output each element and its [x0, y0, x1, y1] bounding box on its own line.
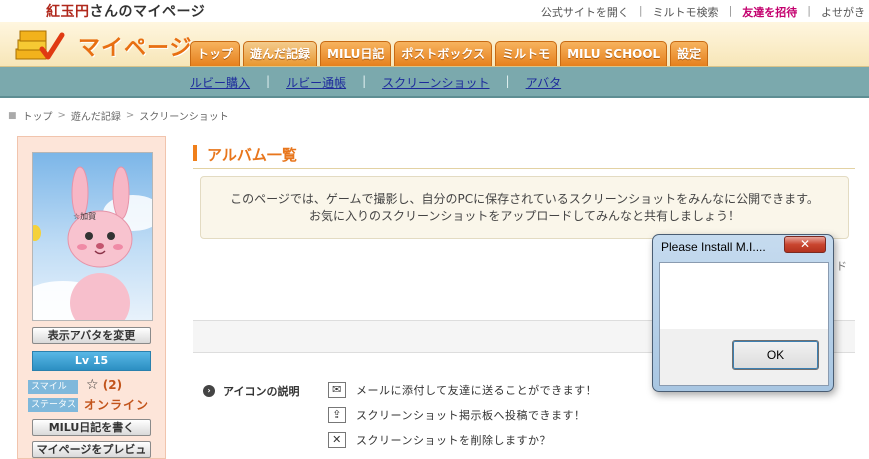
book-stack-icon	[15, 30, 65, 60]
smile-value: ☆ (2)	[86, 377, 122, 393]
yosegaki-link[interactable]: よせがき	[821, 4, 865, 20]
tab-settings[interactable]: 設定	[670, 41, 709, 66]
tab-milu-school[interactable]: MILU SCHOOL	[560, 41, 668, 66]
subnav-ruby-purchase[interactable]: ルビー購入	[190, 74, 250, 91]
preview-mypage-button[interactable]: マイページをプレビュー	[32, 441, 151, 459]
level-badge: Lv 15	[32, 351, 151, 371]
notice-line-2: お気に入りのスクリーンショットをアップロードしてみんなと共有しましょう！	[308, 209, 741, 223]
breadcrumb-play-record[interactable]: 遊んだ記録	[71, 108, 121, 123]
notice-box: このページでは、ゲームで撮影し、自分のPCに保存されているスクリーンショットをみ…	[200, 176, 849, 239]
title-accent-bar	[193, 145, 197, 161]
divider: |	[362, 74, 367, 88]
breadcrumb-screenshot: スクリーンショット	[139, 112, 229, 123]
avatar-image	[33, 166, 152, 320]
subnav-avatar[interactable]: アバタ	[526, 74, 562, 91]
star-icon: ☆	[86, 377, 99, 393]
logo-text: マイページ	[78, 36, 193, 61]
dialog-message-area	[660, 263, 828, 329]
upload-link-fragment[interactable]: ド	[836, 258, 847, 274]
user-suffix: さんのマイページ	[89, 4, 206, 20]
tab-play-record[interactable]: 遊んだ記録	[243, 41, 318, 66]
mypage: 紅玉円さんのマイページ 公式サイトを開く | ミルトモ検索 | 友達を招待 | …	[0, 0, 869, 459]
help-item: ✕ スクリーンショットを削除しますか？	[328, 432, 551, 448]
page-title: アルバム一覧	[207, 146, 297, 164]
subnav-ruby-passbook[interactable]: ルビー通帳	[286, 74, 346, 91]
milutomo-search-link[interactable]: ミルトモ検索	[653, 4, 719, 20]
dialog-body: OK	[659, 262, 829, 386]
status-value: オンライン	[84, 398, 150, 412]
avatar-caption: ☆加賀	[73, 212, 97, 221]
breadcrumb-top[interactable]: トップ	[23, 108, 53, 123]
divider: |	[807, 4, 811, 17]
help-item-text: スクリーンショットを削除しますか？	[356, 434, 551, 447]
close-button[interactable]: ✕	[784, 236, 826, 253]
divider: |	[728, 4, 733, 17]
help-item-text: メールに添付して友達に送ることができます！	[356, 384, 598, 397]
user-title: 紅玉円さんのマイページ	[46, 1, 205, 21]
subnav-screenshot[interactable]: スクリーンショット	[382, 74, 489, 91]
upload-icon: ⇪	[328, 407, 346, 423]
sub-nav: ルビー購入 | ルビー通帳 | スクリーンショット | アバタ	[0, 67, 869, 98]
help-item: ✉ メールに添付して友達に送ることができます！	[328, 382, 597, 398]
user-name: 紅玉円	[46, 4, 90, 20]
delete-icon: ✕	[328, 432, 346, 448]
icon-help-title: アイコンの説明	[223, 385, 300, 398]
mail-icon: ✉	[328, 382, 346, 398]
help-item-text: スクリーンショット掲示板へ投稿できます！	[356, 409, 586, 422]
notice-line-1: このページでは、ゲームで撮影し、自分のPCに保存されているスクリーンショットをみ…	[230, 192, 819, 206]
smile-count: (2)	[102, 378, 123, 392]
section-title: アルバム一覧	[193, 143, 855, 169]
chevron-right-icon: ›	[203, 385, 215, 397]
tab-postbox[interactable]: ポストボックス	[394, 41, 493, 66]
change-avatar-button[interactable]: 表示アバタを変更	[32, 327, 151, 344]
smile-label: スマイル	[28, 380, 78, 394]
bullet-icon: ■	[8, 110, 17, 121]
tab-milu-diary[interactable]: MILU日記	[320, 41, 392, 66]
divider: |	[505, 74, 510, 88]
write-diary-button[interactable]: MILU日記を書く	[32, 419, 151, 436]
official-site-link[interactable]: 公式サイトを開く	[541, 4, 629, 20]
top-bar: 紅玉円さんのマイページ 公式サイトを開く | ミルトモ検索 | 友達を招待 | …	[0, 0, 869, 22]
profile-sidebar: ☆加賀 表示アバタを変更 Lv 15 スマイル ☆ (2) ステータス オンライ…	[17, 136, 166, 459]
divider: |	[638, 4, 643, 17]
divider: |	[266, 74, 271, 88]
status-label: ステータス	[28, 398, 78, 412]
help-item: ⇪ スクリーンショット掲示板へ投稿できます！	[328, 407, 585, 423]
invite-friend-link[interactable]: 友達を招待	[742, 4, 797, 20]
tab-top[interactable]: トップ	[190, 41, 241, 66]
icon-help-heading: › アイコンの説明	[203, 383, 299, 399]
tab-milutomo[interactable]: ミルトモ	[495, 41, 558, 66]
chevron-right-icon: >	[125, 110, 135, 121]
top-links: 公式サイトを開く | ミルトモ検索 | 友達を招待 | よせがき	[541, 4, 869, 20]
main-tabs: トップ 遊んだ記録 MILU日記 ポストボックス ミルトモ MILU SCHOO…	[190, 41, 711, 66]
ok-button[interactable]: OK	[732, 340, 819, 370]
avatar: ☆加賀	[32, 152, 153, 321]
install-dialog: Please Install M.I.... ✕ OK	[652, 234, 834, 392]
breadcrumb: ■ トップ > 遊んだ記録 > スクリーンショット	[8, 108, 229, 123]
header: マイページ トップ 遊んだ記録 MILU日記 ポストボックス ミルトモ MILU…	[0, 22, 869, 67]
chevron-right-icon: >	[57, 110, 66, 121]
dialog-title: Please Install M.I....	[661, 240, 766, 254]
